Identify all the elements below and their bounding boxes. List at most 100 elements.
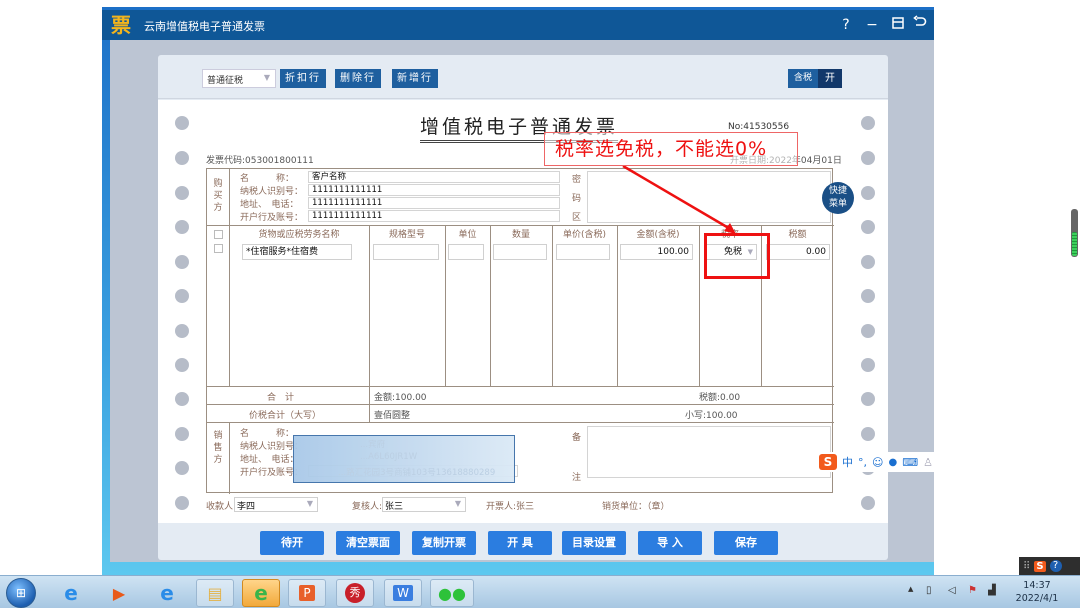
catalog-settings-button[interactable]: 目录设置 <box>562 531 626 555</box>
issue-button[interactable]: 开 具 <box>488 531 552 555</box>
obscured-seller-info: ...宾府 ...A6L60JR1W ...路汇花园3号商铺103号136188… <box>293 435 515 483</box>
remark-input[interactable] <box>587 426 831 478</box>
divider <box>699 226 700 386</box>
add-row-button[interactable]: 新增行 <box>392 69 438 88</box>
quick-menu-button[interactable]: 快捷菜单 <box>822 182 854 214</box>
save-button[interactable]: 保存 <box>714 531 778 555</box>
quick-menu-label: 快捷菜单 <box>828 186 847 209</box>
emoji-icon[interactable]: ☺ <box>872 456 883 469</box>
360-browser-icon[interactable]: e <box>242 579 280 607</box>
punch-hole <box>861 324 875 338</box>
payee-select[interactable]: 李四 ▼ <box>234 497 318 512</box>
help-circle-icon[interactable]: ? <box>1049 560 1062 572</box>
help-button[interactable]: ? <box>836 15 856 35</box>
grand-total-label: 价税合计（大写） <box>249 411 322 421</box>
punch-hole <box>861 186 875 200</box>
import-button[interactable]: 导 入 <box>638 531 702 555</box>
buyer-address-label: 地址、 电话： <box>240 200 299 210</box>
issuer-label: 开票人:张三 <box>486 502 535 512</box>
invoice-app-window: 票 云南增值税电子普通发票 ? − 普通征税 ▼ 折扣行 删除行 新增行 含税 … <box>102 7 934 575</box>
buyer-name-input[interactable]: 客户名称 <box>308 171 560 183</box>
wps-writer-icon[interactable]: W <box>384 579 422 607</box>
action-center-icon[interactable]: ⚑ <box>968 585 977 596</box>
cipher-label-1: 密 <box>572 175 582 185</box>
volume-slider[interactable] <box>1071 209 1078 257</box>
tax-included-toggle[interactable]: 含税 开 <box>788 69 842 88</box>
item-unit-input[interactable] <box>448 244 484 260</box>
item-name-input[interactable]: *住宿服务*住宿费 <box>242 244 352 260</box>
col-header-qty: 数量 <box>511 230 530 240</box>
reviewer-value: 张三 <box>385 502 404 512</box>
tax-type-select[interactable]: 普通征税 ▼ <box>202 69 276 88</box>
power-icon[interactable]: ▯ <box>926 585 932 596</box>
annotation-highlight-box <box>704 233 770 279</box>
punch-hole <box>175 116 189 130</box>
clock-time: 14:37 <box>1023 580 1051 591</box>
user-icon[interactable]: ♙ <box>923 456 933 469</box>
item-spec-input[interactable] <box>373 244 439 260</box>
ime-mode-toggle[interactable]: 中 <box>842 454 853 470</box>
meitu-icon[interactable]: 秀 <box>336 579 374 607</box>
item-price-input[interactable] <box>556 244 610 260</box>
buyer-bank-label: 开户行及账号： <box>240 213 304 223</box>
chevron-down-icon: ▼ <box>263 73 270 82</box>
buyer-taxid-input[interactable]: 1111111111111 <box>308 184 560 196</box>
internet-explorer-icon[interactable]: e <box>148 579 186 607</box>
network-icon[interactable]: ▟ <box>988 585 996 596</box>
chevron-down-icon: ▼ <box>454 499 461 508</box>
sogou-tray-icon[interactable]: S <box>1034 560 1046 572</box>
punctuation-toggle[interactable]: °, <box>858 456 867 469</box>
app-logo-icon: 票 <box>111 13 131 37</box>
wps-presentation-icon[interactable]: P <box>288 579 326 607</box>
pending-button[interactable]: 待开 <box>260 531 324 555</box>
media-player-icon[interactable]: ▶ <box>100 579 138 607</box>
ime-toolbar: S 中 °, ☺ ● ⌨ ♙ <box>816 452 934 472</box>
restore-icon <box>892 17 904 29</box>
system-clock[interactable]: 14:37 2022/4/1 <box>1010 579 1064 605</box>
grip-icon[interactable]: ⠿ <box>1023 561 1030 572</box>
ie-pinned-icon[interactable]: e <box>52 579 90 607</box>
volume-icon[interactable]: ◁ <box>948 585 956 596</box>
tax-included-value[interactable]: 开 <box>818 69 842 88</box>
wechat-icon[interactable]: ●● <box>430 579 474 607</box>
divider <box>229 422 230 494</box>
discount-row-button[interactable]: 折扣行 <box>280 69 326 88</box>
buyer-address-input[interactable]: 1111111111111 <box>308 197 560 209</box>
col-header-name: 货物或应税劳务名称 <box>258 230 340 240</box>
show-hidden-icons-button[interactable]: ▲ <box>908 585 913 593</box>
delete-row-button[interactable]: 删除行 <box>335 69 381 88</box>
row-checkbox[interactable] <box>214 244 223 253</box>
remark-label-1: 备 <box>572 433 582 443</box>
seller-address-label: 地址、 电话： <box>240 455 299 465</box>
reviewer-select[interactable]: 张三 ▼ <box>382 497 466 512</box>
buyer-side-label: 购买方 <box>208 178 228 214</box>
back-button[interactable] <box>910 15 930 35</box>
microphone-icon[interactable]: ● <box>888 457 897 468</box>
invoice-code: 发票代码:053001800111 <box>206 156 314 166</box>
punch-hole <box>175 255 189 269</box>
punch-hole <box>175 324 189 338</box>
start-button[interactable]: ⊞ <box>6 578 36 608</box>
total-amount: 金额:100.00 <box>374 393 427 403</box>
restore-button[interactable] <box>888 15 908 35</box>
item-tax-input[interactable]: 0.00 <box>766 244 830 260</box>
payee-label: 收款人: <box>206 502 237 512</box>
keyboard-icon[interactable]: ⌨ <box>902 456 918 469</box>
buyer-taxid-label: 纳税人识别号： <box>240 187 304 197</box>
punch-hole <box>861 427 875 441</box>
clear-form-button[interactable]: 清空票面 <box>336 531 400 555</box>
minimize-button[interactable]: − <box>862 15 882 35</box>
copy-invoice-button[interactable]: 复制开票 <box>412 531 476 555</box>
select-all-checkbox[interactable] <box>214 230 223 239</box>
col-header-amount: 金额(含税) <box>636 230 680 240</box>
item-amount-input[interactable]: 100.00 <box>620 244 693 260</box>
sogou-logo-icon[interactable]: S <box>819 454 837 470</box>
invoice-panel: 普通征税 ▼ 折扣行 删除行 新增行 含税 开 增值税电子普通发票 No:415… <box>158 55 888 560</box>
divider <box>207 422 834 423</box>
punch-hole <box>175 289 189 303</box>
item-qty-input[interactable] <box>493 244 547 260</box>
reviewer-label: 复核人: <box>352 502 383 512</box>
buyer-bank-input[interactable]: 1111111111111 <box>308 210 560 222</box>
file-explorer-icon[interactable]: ▤ <box>196 579 234 607</box>
obscured-line: ...路汇花园3号商铺103号13618880289 <box>338 468 496 478</box>
